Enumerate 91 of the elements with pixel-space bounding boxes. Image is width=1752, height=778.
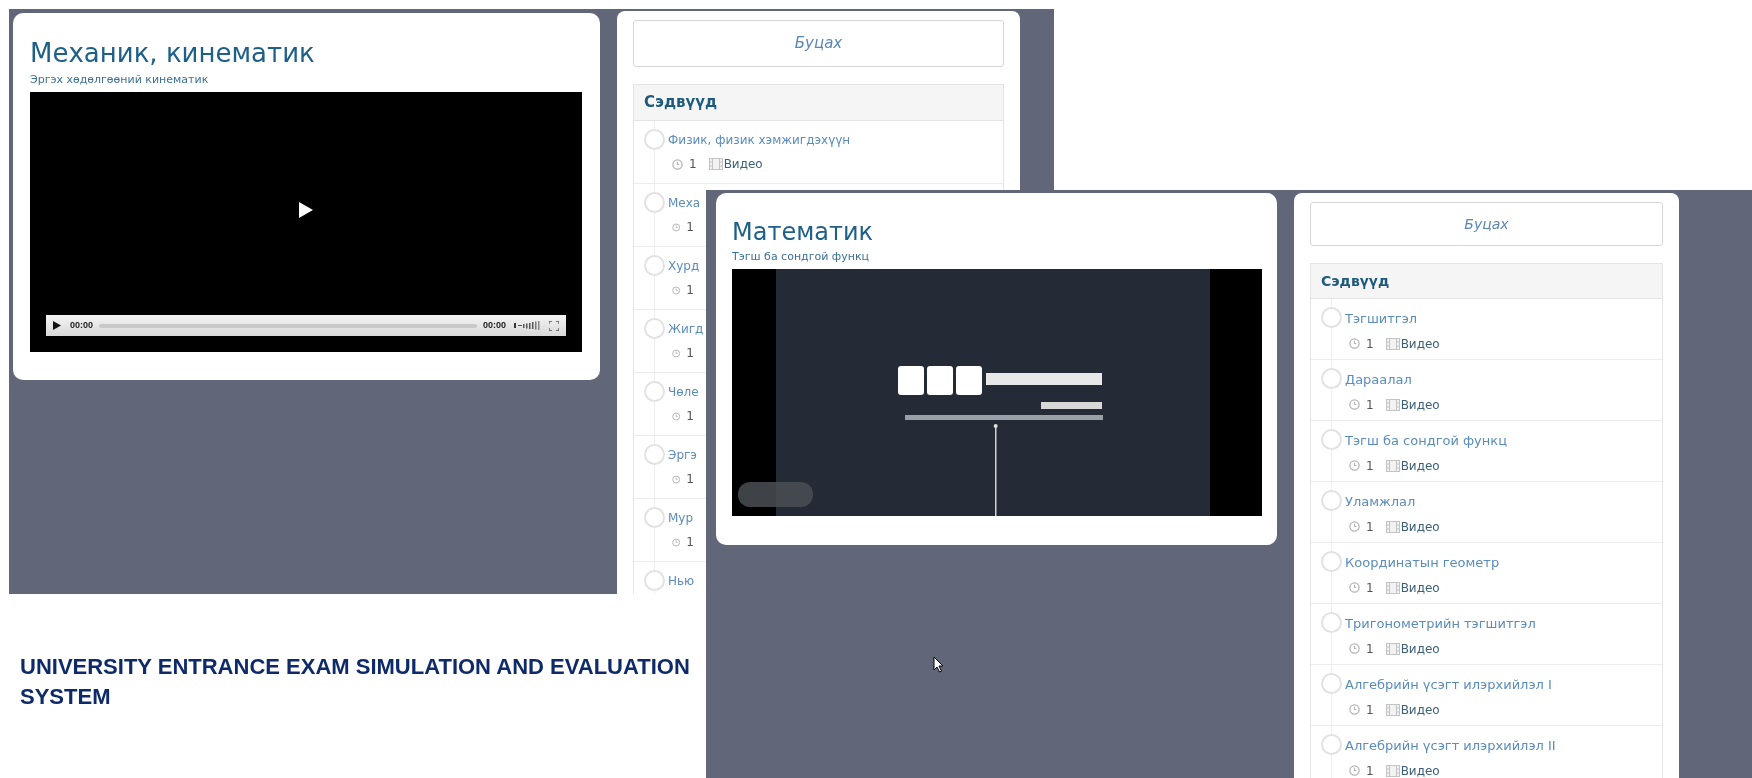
elapsed-time: 00:00 <box>70 318 94 332</box>
film-icon <box>1385 337 1400 350</box>
topic-item[interactable]: Тригонометрийн тэгшитгэл 1 Видео <box>1311 604 1662 665</box>
topic-title: Нью <box>668 573 696 590</box>
list-heading: Сэдвүүд <box>1311 264 1662 299</box>
topic-title: Чөле <box>668 384 700 401</box>
media-type: Видео <box>1400 396 1440 414</box>
duration-count: 1 <box>1366 518 1374 536</box>
topic-item[interactable]: Тэгш ба сондгой функц 1 Видео <box>1311 421 1662 482</box>
back-button[interactable]: Буцах <box>1310 202 1663 246</box>
film-icon <box>1385 398 1400 411</box>
progress-track[interactable] <box>99 323 477 328</box>
clock-icon <box>1349 460 1360 471</box>
media-type: Видео <box>1400 701 1440 719</box>
topic-item[interactable]: Координатын геометр 1 Видео <box>1311 543 1662 604</box>
duration-count: 1 <box>686 345 694 362</box>
media-type: Видео <box>1400 457 1440 475</box>
media-type: Видео <box>1400 640 1440 658</box>
media-type: Видео <box>1400 335 1440 353</box>
caption: UNIVERSITY ENTRANCE EXAM SIMULATION AND EVALUATION SYSTEM <box>20 653 691 711</box>
topic-item[interactable]: Уламжлал 1 Видео <box>1311 482 1662 543</box>
volume-icon[interactable] <box>514 321 540 330</box>
list-heading: Сэдвүүд <box>634 85 1003 121</box>
media-type: Видео <box>1400 579 1440 597</box>
duration-count: 1 <box>1366 457 1374 475</box>
clock-icon <box>672 221 681 233</box>
topic-title: Тэгш ба сондгой функц <box>1345 432 1508 450</box>
duration-count: 1 <box>1366 396 1374 414</box>
clock-icon <box>672 347 681 359</box>
duration-count: 1 <box>686 534 694 551</box>
clock-icon <box>672 536 681 548</box>
clock-icon <box>1349 399 1360 410</box>
page-subtitle: Тэгш ба сондгой функц <box>732 249 871 265</box>
topic-item[interactable]: Дараалал 1 Видео <box>1311 360 1662 421</box>
duration-count: 1 <box>1366 335 1374 353</box>
page-title: Математик <box>732 217 875 247</box>
topic-title: Мур <box>668 510 695 527</box>
clock-icon <box>1349 765 1360 776</box>
topic-item[interactable]: Тэгшитгэл 1 Видео <box>1311 299 1662 360</box>
film-icon <box>1385 642 1400 655</box>
topic-title: Координатын геометр <box>1345 554 1501 572</box>
clock-icon <box>1349 704 1360 715</box>
topic-title: Меха <box>668 195 702 212</box>
duration-count: 1 <box>686 408 694 425</box>
duration-count: 1 <box>1366 762 1374 778</box>
topic-item[interactable]: Алгебрийн үсэгт илэрхийлэл I 1 Видео <box>1311 665 1662 726</box>
topic-title: Дараалал <box>1345 371 1413 389</box>
film-icon <box>1385 520 1400 533</box>
film-icon <box>1385 581 1400 594</box>
topic-item[interactable]: Алгебрийн үсэгт илэрхийлэл II 1 Видео <box>1311 726 1662 778</box>
video-player[interactable]: 00:00 00:00 <box>30 92 582 352</box>
duration-count: 1 <box>686 471 694 488</box>
topic-title: Алгебрийн үсэгт илэрхийлэл I <box>1345 676 1553 694</box>
topic-title: Хурд <box>668 258 701 275</box>
topic-title: Жигд <box>668 321 705 338</box>
topic-title: Алгебрийн үсэгт илэрхийлэл II <box>1345 737 1557 755</box>
media-type: Видео <box>1400 762 1440 778</box>
duration-time: 00:00 <box>482 318 506 332</box>
duration-count: 1 <box>1366 640 1374 658</box>
topic-title: Уламжлал <box>1345 493 1417 511</box>
play-icon[interactable] <box>298 201 314 220</box>
film-icon <box>1385 764 1400 777</box>
film-icon <box>1385 703 1400 716</box>
topic-title: Тэгшитгэл <box>1345 310 1419 328</box>
duration-count: 1 <box>1366 579 1374 597</box>
fullscreen-icon[interactable] <box>549 320 559 331</box>
clock-icon <box>1349 582 1360 593</box>
clock-icon <box>672 158 683 170</box>
duration-count: 1 <box>686 219 694 236</box>
clock-icon <box>1349 643 1360 654</box>
topic-title: Эргэ <box>668 447 698 464</box>
duration-count: 1 <box>1366 701 1374 719</box>
cursor-icon <box>933 656 944 673</box>
clock-icon <box>672 473 681 485</box>
media-type: Видео <box>1400 518 1440 536</box>
film-icon <box>1385 459 1400 472</box>
page-title: Механик, кинематик <box>30 37 316 69</box>
play-icon[interactable] <box>53 321 61 330</box>
topic-title: Тригонометрийн тэгшитгэл <box>1345 615 1537 633</box>
clock-icon <box>1349 521 1360 532</box>
topic-item[interactable]: Физик, физик хэмжигдэхүүн 1 Видео <box>634 121 1003 184</box>
page-subtitle: Эргэх хөдөлгөөний кинематик <box>30 72 210 88</box>
film-icon <box>708 158 723 170</box>
clock-icon <box>1349 338 1360 349</box>
topic-title: Физик, физик хэмжигдэхүүн <box>668 132 852 149</box>
clock-icon <box>672 410 681 422</box>
duration-count: 1 <box>689 156 697 173</box>
back-button[interactable]: Буцах <box>633 20 1004 67</box>
media-type: Видео <box>723 156 763 173</box>
clock-icon <box>672 284 681 296</box>
duration-count: 1 <box>686 282 694 299</box>
